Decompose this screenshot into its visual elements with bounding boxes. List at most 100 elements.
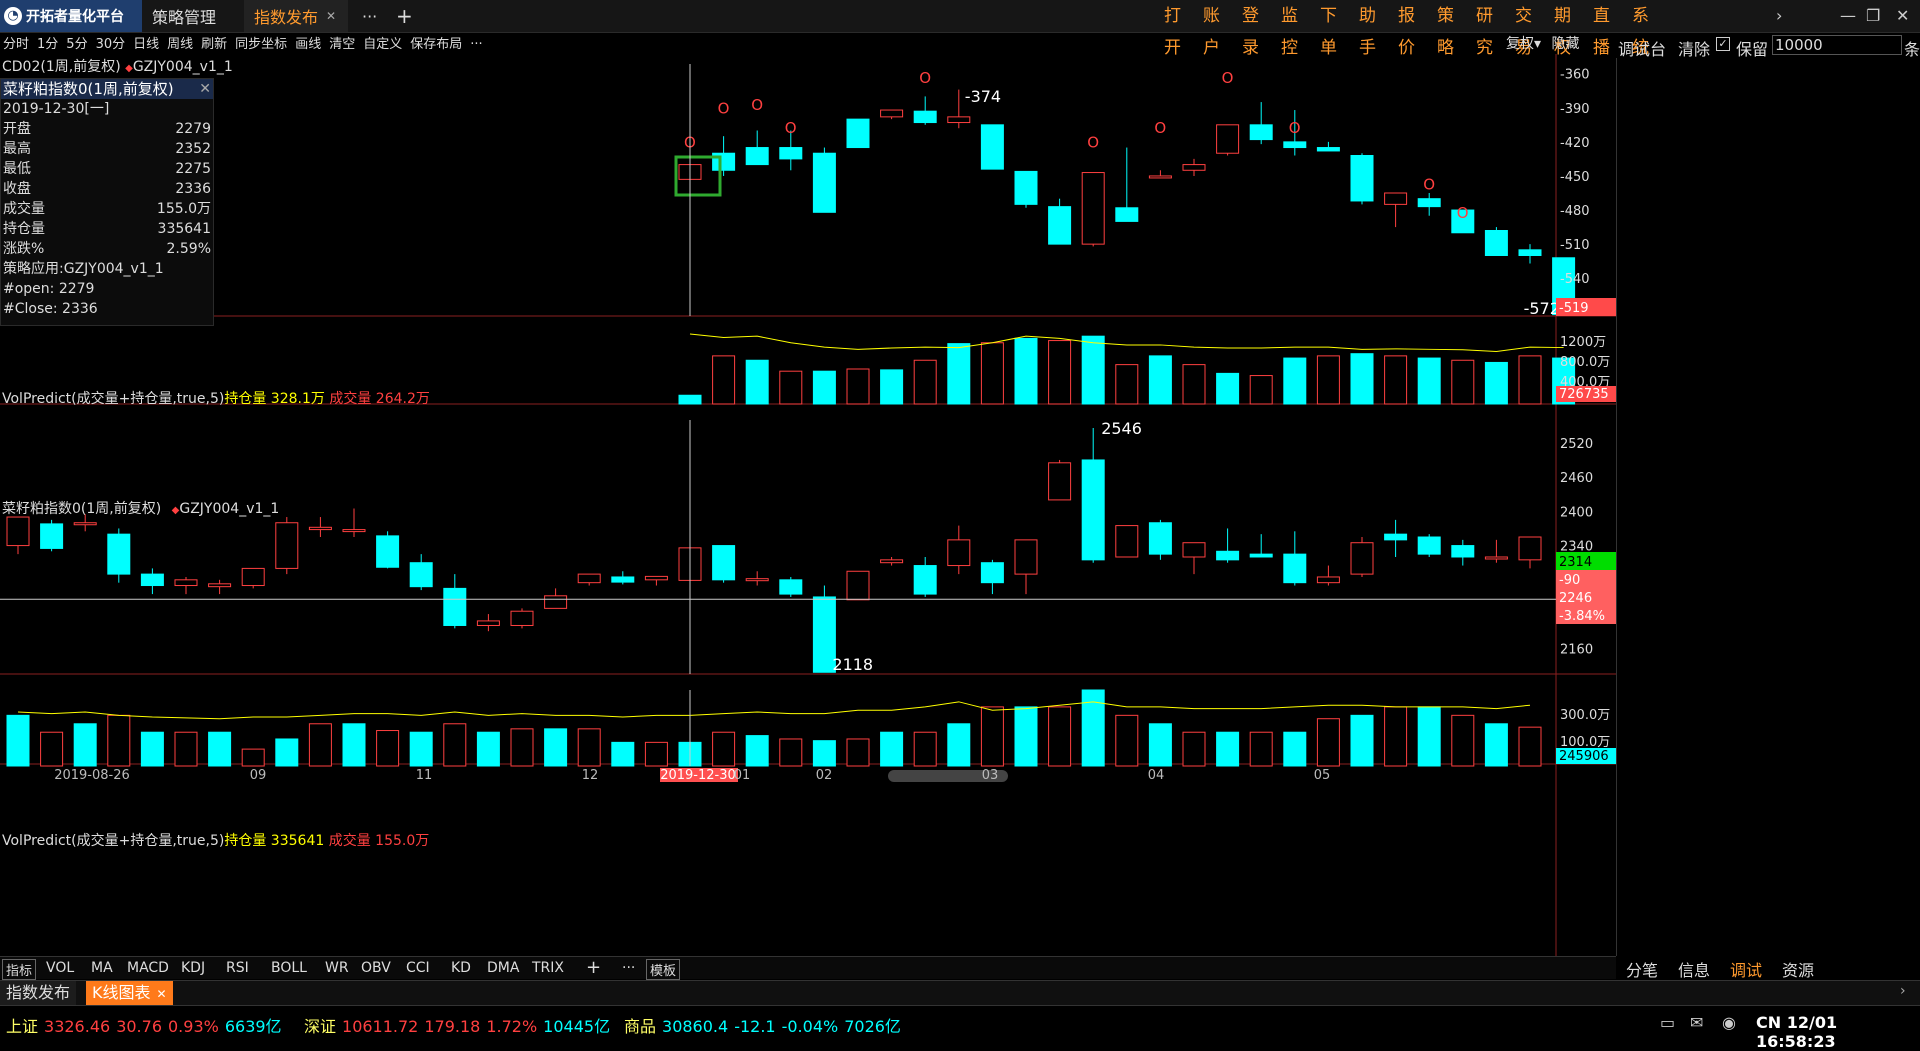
template-button[interactable]: 模板 xyxy=(646,959,681,980)
panel2-bars xyxy=(678,333,1576,405)
candle-body xyxy=(1518,249,1542,256)
clear-button[interactable]: 清除 xyxy=(1678,36,1710,60)
indicator-trix[interactable]: TRIX xyxy=(532,960,564,976)
right-tab-0[interactable]: 分笔 xyxy=(1626,957,1658,981)
price-badge: 2314 xyxy=(1556,552,1616,570)
toolbar-item-6[interactable]: 刷新 xyxy=(201,37,227,52)
toolbar-item-7[interactable]: 同步坐标 xyxy=(235,37,287,52)
close-icon[interactable]: ✕ xyxy=(199,79,211,99)
volume-bar xyxy=(779,738,803,767)
volume-bar xyxy=(376,730,400,767)
x-tick-label: 12 xyxy=(582,768,599,783)
change-badge: -90 xyxy=(1556,570,1616,588)
debug-output-panel[interactable] xyxy=(1616,58,1920,956)
message-icon[interactable]: ✉ xyxy=(1690,1013,1703,1032)
indicator-ma[interactable]: MA xyxy=(91,960,113,976)
toolbar-item-0[interactable]: 分时 xyxy=(3,37,29,52)
signal-marker: O xyxy=(1154,119,1166,137)
maximize-icon[interactable]: ❐ xyxy=(1866,0,1880,32)
candle-body xyxy=(644,575,668,581)
volume-bar xyxy=(40,731,64,767)
right-tab-3[interactable]: 资源 xyxy=(1782,957,1814,981)
menu-item-6[interactable]: 报价 xyxy=(1398,0,1415,58)
menu-item-1[interactable]: 账户 xyxy=(1203,0,1220,58)
close-icon[interactable]: ✕ xyxy=(157,987,167,1001)
keep-checkbox[interactable]: ✓ xyxy=(1716,37,1730,51)
indicator-wr[interactable]: WR xyxy=(325,960,349,976)
toolbar-more-icon[interactable]: ··· xyxy=(470,37,482,52)
indicator-kdj[interactable]: KDJ xyxy=(181,960,205,976)
badge-text: 2246 xyxy=(1559,591,1592,606)
candle-body xyxy=(376,535,400,568)
panel3-header: 菜籽粕指数0(1周,前复权) ◆GZJY004_v1_1 xyxy=(2,498,279,518)
toolbar-item-1[interactable]: 1分 xyxy=(37,37,58,52)
panel3-candles xyxy=(6,427,1542,673)
volume-bar xyxy=(1148,723,1172,767)
right-tab-1[interactable]: 信息 xyxy=(1678,957,1710,981)
toolbar-item-10[interactable]: 自定义 xyxy=(363,37,402,52)
menu-item-8[interactable]: 研究 xyxy=(1476,0,1493,58)
menu-item-7[interactable]: 策略 xyxy=(1437,0,1454,58)
last-price-badge: -519 xyxy=(1556,298,1616,316)
close-icon[interactable]: ✕ xyxy=(326,9,336,23)
menu-item-4[interactable]: 下单 xyxy=(1320,0,1337,58)
candle-body xyxy=(1417,536,1441,555)
more-icon[interactable]: ··· xyxy=(622,960,635,976)
add-indicator-icon[interactable]: + xyxy=(586,957,601,978)
menu-item-11[interactable]: 直播 xyxy=(1593,0,1610,58)
indicator-rsi[interactable]: RSI xyxy=(226,960,249,976)
menu-item-2[interactable]: 登录 xyxy=(1242,0,1259,58)
indicator-dma[interactable]: DMA xyxy=(487,960,519,976)
panel4-oi: 持仓量 335641 xyxy=(224,833,325,849)
toolbar-item-4[interactable]: 日线 xyxy=(133,37,159,52)
chevron-right-icon[interactable]: › xyxy=(1776,0,1782,32)
open-interest-line xyxy=(17,701,1531,720)
toolbar-item-3[interactable]: 30分 xyxy=(96,37,126,52)
toolbar-item-11[interactable]: 保存布局 xyxy=(410,37,462,52)
keep-count-input[interactable] xyxy=(1772,35,1902,55)
ref-price-badge: 2246 xyxy=(1556,588,1616,606)
app-logo[interactable]: ◔ 开拓者量化平台 xyxy=(0,0,142,32)
indicator-macd[interactable]: MACD xyxy=(127,960,169,976)
indicator-kd[interactable]: KD xyxy=(451,960,471,976)
candle-body xyxy=(1115,525,1139,558)
index-quote-1[interactable]: 深证 10611.72 179.18 1.72% 10445亿 xyxy=(304,1013,610,1037)
index-change: -12.1 xyxy=(734,1017,776,1036)
indicator-label[interactable]: 指标 xyxy=(2,959,37,980)
indicator-vol[interactable]: VOL xyxy=(46,960,74,976)
indicator-cci[interactable]: CCI xyxy=(406,960,430,976)
minimize-icon[interactable]: — xyxy=(1840,0,1856,32)
index-quote-2[interactable]: 商品 30860.4 -12.1 -0.04% 7026亿 xyxy=(624,1013,901,1037)
toolbar-item-2[interactable]: 5分 xyxy=(66,37,87,52)
menu-item-12[interactable]: 系统 xyxy=(1632,0,1649,58)
menu-item-9[interactable]: 交易 xyxy=(1515,0,1532,58)
menu-item-10[interactable]: 期权 xyxy=(1554,0,1571,58)
bottom-tab-index-publish[interactable]: 指数发布 xyxy=(0,981,77,1005)
chevron-right-icon[interactable]: › xyxy=(1900,983,1906,999)
volume-bar xyxy=(1451,359,1475,405)
close-window-icon[interactable]: ✕ xyxy=(1896,0,1909,32)
toolbar-item-5[interactable]: 周线 xyxy=(167,37,193,52)
adjust-dropdown[interactable]: 复权▾ xyxy=(1506,36,1541,52)
tab-strategy-management[interactable]: 策略管理 xyxy=(142,0,242,32)
indicator-obv[interactable]: OBV xyxy=(361,960,391,976)
candle-body xyxy=(1148,522,1172,555)
legend-key: 收盘 xyxy=(3,181,31,197)
add-tab-button[interactable]: + xyxy=(386,0,416,32)
tab-more-button[interactable]: ··· xyxy=(352,0,382,32)
toolbar-right: 复权▾ 隐藏 xyxy=(1506,33,1579,53)
menu-item-3[interactable]: 监控 xyxy=(1281,0,1298,58)
menu-item-5[interactable]: 助手 xyxy=(1359,0,1376,58)
indicator-boll[interactable]: BOLL xyxy=(271,960,307,976)
menu-item-0[interactable]: 打开 xyxy=(1164,0,1181,58)
toolbar-item-8[interactable]: 画线 xyxy=(295,37,321,52)
volume-bar xyxy=(712,355,736,405)
hide-button[interactable]: 隐藏 xyxy=(1551,36,1579,52)
index-quote-0[interactable]: 上证 3326.46 30.76 0.93% 6639亿 xyxy=(6,1013,282,1037)
volume-bar xyxy=(1216,731,1240,767)
tab-index-publish[interactable]: 指数发布 ✕ xyxy=(244,0,348,32)
right-tab-2[interactable]: 调试 xyxy=(1730,957,1762,981)
device-icon[interactable]: ▭ xyxy=(1660,1013,1675,1032)
toolbar-item-9[interactable]: 清空 xyxy=(329,37,355,52)
bottom-tab-kline[interactable]: K线图表 ✕ xyxy=(86,981,173,1005)
